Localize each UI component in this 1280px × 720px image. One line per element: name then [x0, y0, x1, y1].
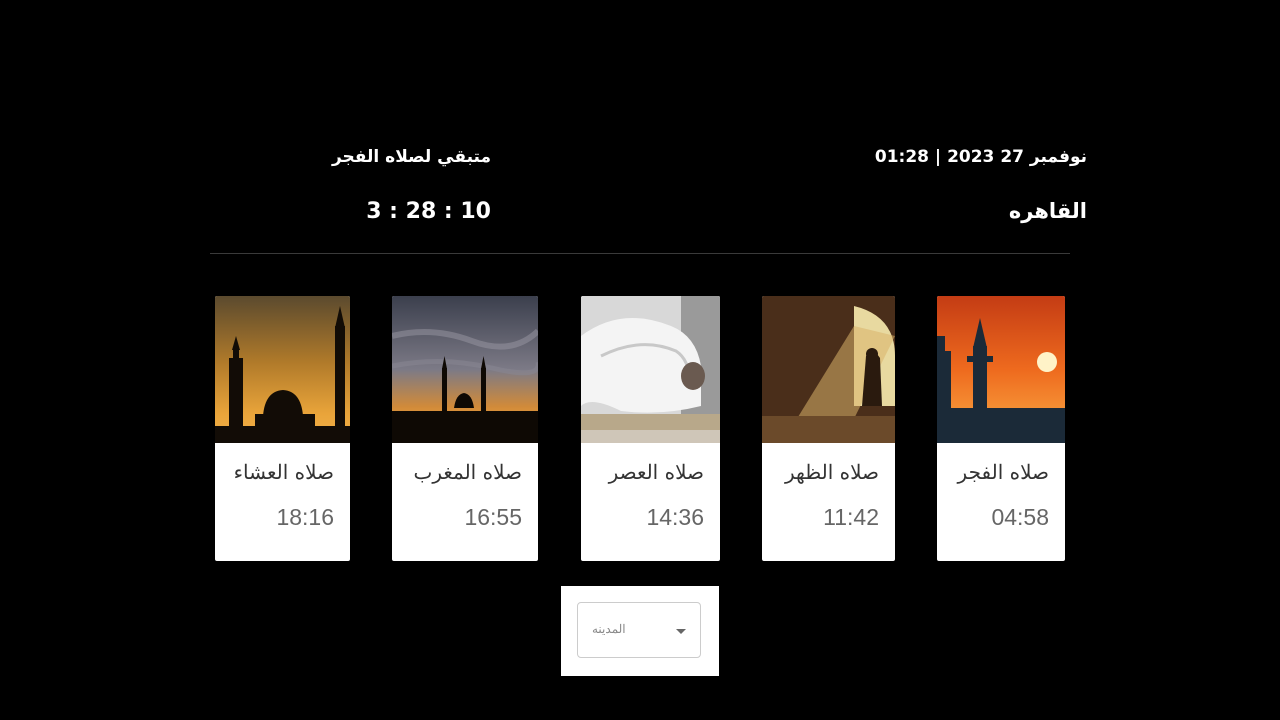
- chevron-down-icon: [676, 629, 686, 634]
- prayer-card-maghrib: صلاه المغرب 16:55: [392, 296, 538, 561]
- prayer-time: 16:55: [464, 504, 522, 530]
- prayer-time: 04:58: [991, 504, 1049, 530]
- prayer-name: صلاه العصر: [608, 460, 704, 484]
- city-select-placeholder: المدينه: [592, 622, 626, 636]
- prayer-card-asr: صلاه العصر 14:36: [581, 296, 720, 561]
- date-time: نوفمبر 27 2023 | 01:28: [874, 147, 1087, 167]
- man-prostrating-photo: [581, 296, 720, 443]
- mosque-sunset-photo: [392, 296, 538, 443]
- prayer-name: صلاه العشاء: [233, 460, 334, 484]
- mosque-dusk-photo: [215, 296, 350, 443]
- prayer-card-dhuhr: صلاه الظهر 11:42: [762, 296, 895, 561]
- prayer-name: صلاه المغرب: [413, 460, 522, 484]
- prayer-card-fajr: صلاه الفجر 04:58: [937, 296, 1065, 561]
- divider: [210, 253, 1070, 254]
- countdown-timer: 3 : 28 : 10: [366, 199, 491, 224]
- prayer-time: 11:42: [823, 504, 879, 530]
- prayer-time: 14:36: [646, 504, 704, 530]
- prayer-name: صلاه الظهر: [784, 460, 879, 484]
- prayer-time: 18:16: [276, 504, 334, 530]
- city-select-panel: المدينه: [561, 586, 719, 676]
- prayer-card-isha: صلاه العشاء 18:16: [215, 296, 350, 561]
- prayer-name: صلاه الفجر: [957, 460, 1049, 484]
- mosque-sunrise-photo: [937, 296, 1065, 443]
- city-select[interactable]: المدينه: [577, 602, 701, 658]
- next-prayer-label: متبقي لصلاه الفجر: [331, 147, 491, 167]
- city-name: القاهره: [1008, 199, 1087, 223]
- prayer-window-light-photo: [762, 296, 895, 443]
